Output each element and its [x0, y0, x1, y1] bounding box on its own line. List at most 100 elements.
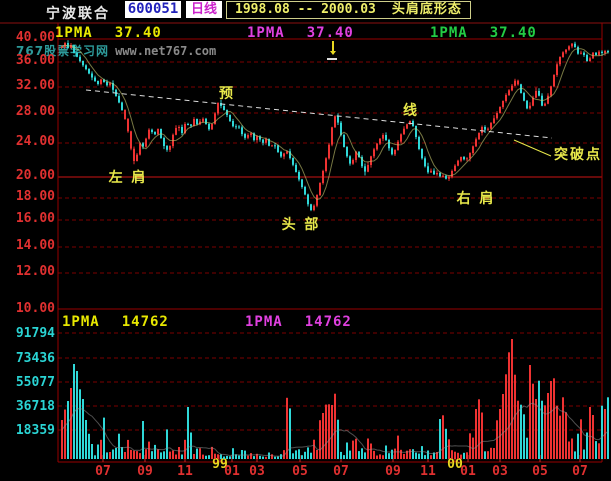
- volume-bar: [397, 435, 399, 459]
- volume-bar: [370, 443, 372, 459]
- volume-ma-label-0: 1PMA 14762: [62, 314, 169, 330]
- volume-bar: [571, 438, 573, 459]
- volume-bar: [262, 456, 264, 459]
- candle-body: [466, 158, 468, 160]
- volume-bar: [211, 446, 213, 459]
- volume-bar: [499, 409, 501, 459]
- volume-bar: [607, 397, 609, 459]
- price-tick-label: 12.00: [16, 264, 55, 279]
- volume-tick-label: 36718: [16, 399, 55, 414]
- volume-bar: [223, 456, 225, 459]
- volume-bar: [601, 405, 603, 459]
- volume-bar: [415, 452, 417, 459]
- candle-body: [343, 135, 345, 147]
- volume-bar: [289, 408, 291, 459]
- volume-bar: [565, 412, 567, 459]
- volume-bar: [85, 420, 87, 459]
- volume-bar: [538, 380, 540, 459]
- candle-body: [292, 158, 294, 165]
- candle-body: [526, 100, 528, 109]
- candle-body: [181, 127, 183, 133]
- candle-body: [580, 52, 582, 54]
- candle-body: [133, 148, 135, 161]
- volume-bar: [151, 451, 153, 459]
- candle-body: [151, 129, 153, 132]
- volume-bar: [502, 394, 504, 459]
- kline-chart[interactable]: 07 09 11 9901 03 05 07 09 11 0001 03 05 0740.0036.00…: [0, 0, 611, 481]
- volume-bar: [535, 399, 537, 459]
- candle-body: [304, 187, 306, 195]
- volume-bar: [508, 352, 510, 459]
- breakout-pointer-line: [513, 139, 552, 157]
- volume-bar: [367, 438, 369, 459]
- candle-body: [82, 61, 84, 66]
- candle-body: [163, 138, 165, 146]
- candle-body: [436, 173, 438, 175]
- volume-bar: [292, 453, 294, 459]
- candle-body: [418, 137, 420, 149]
- candle-body: [586, 55, 588, 61]
- volume-bar: [517, 400, 519, 459]
- x-label-month: 09: [385, 464, 401, 479]
- annotation-线: 线: [403, 102, 419, 119]
- candle-body: [217, 103, 219, 114]
- volume-bar: [361, 448, 363, 459]
- candle-body: [415, 126, 417, 137]
- volume-bar: [301, 455, 303, 459]
- candle-body: [178, 127, 180, 128]
- candle-body: [454, 165, 456, 171]
- period-button[interactable]: 日线: [186, 1, 222, 18]
- stock-code-button[interactable]: 600051: [125, 1, 181, 18]
- volume-bar: [316, 449, 318, 459]
- candle-body: [190, 124, 192, 126]
- volume-bar: [193, 454, 195, 459]
- volume-bar: [277, 456, 279, 459]
- x-label-month: 11: [177, 464, 193, 479]
- volume-bar: [382, 455, 384, 459]
- candle-body: [406, 124, 408, 129]
- candle-body: [367, 165, 369, 172]
- volume-bar: [178, 447, 180, 459]
- app-window: 767股票学习网 www.net767.com 07 09 11 99 01 03 05 07 0…: [0, 0, 611, 481]
- candle-body: [274, 145, 276, 147]
- volume-bar: [115, 448, 117, 459]
- volume-bar: [295, 450, 297, 459]
- candle-body: [130, 131, 132, 149]
- candle-body: [61, 47, 63, 48]
- price-ma-label-0: 1PMA 37.40: [55, 25, 162, 41]
- candle-body: [550, 86, 552, 96]
- candle-body: [238, 126, 240, 128]
- candle-body: [511, 85, 513, 91]
- candle-body: [499, 107, 501, 113]
- candle-body: [322, 171, 324, 183]
- candle-body: [595, 52, 597, 55]
- annotation-左肩: 左 肩: [108, 169, 148, 186]
- candle-body: [298, 172, 300, 180]
- price-tick-label: 14.00: [16, 238, 55, 253]
- candle-body: [295, 164, 297, 173]
- volume-bar: [121, 447, 123, 459]
- volume-bar: [424, 455, 426, 459]
- candle-body: [535, 91, 537, 98]
- volume-bar: [475, 409, 477, 459]
- volume-bar: [226, 455, 228, 459]
- volume-bar: [505, 374, 507, 459]
- volume-bar: [70, 388, 72, 459]
- volume-bar: [148, 441, 150, 459]
- volume-bar: [217, 454, 219, 459]
- annotation-头部: 头 部: [282, 216, 321, 233]
- candle-body: [229, 115, 231, 121]
- candle-body: [232, 121, 234, 127]
- volume-bar: [307, 447, 309, 459]
- volume-bar: [523, 414, 525, 459]
- volume-bar: [253, 456, 255, 459]
- candle-body: [250, 133, 252, 136]
- volume-bar: [547, 393, 549, 459]
- volume-bar: [460, 454, 462, 459]
- candle-body: [352, 160, 354, 164]
- volume-bar: [331, 405, 333, 459]
- candle-body: [76, 53, 78, 57]
- candle-body: [175, 128, 177, 135]
- volume-bar: [76, 371, 78, 459]
- volume-bar: [265, 456, 267, 459]
